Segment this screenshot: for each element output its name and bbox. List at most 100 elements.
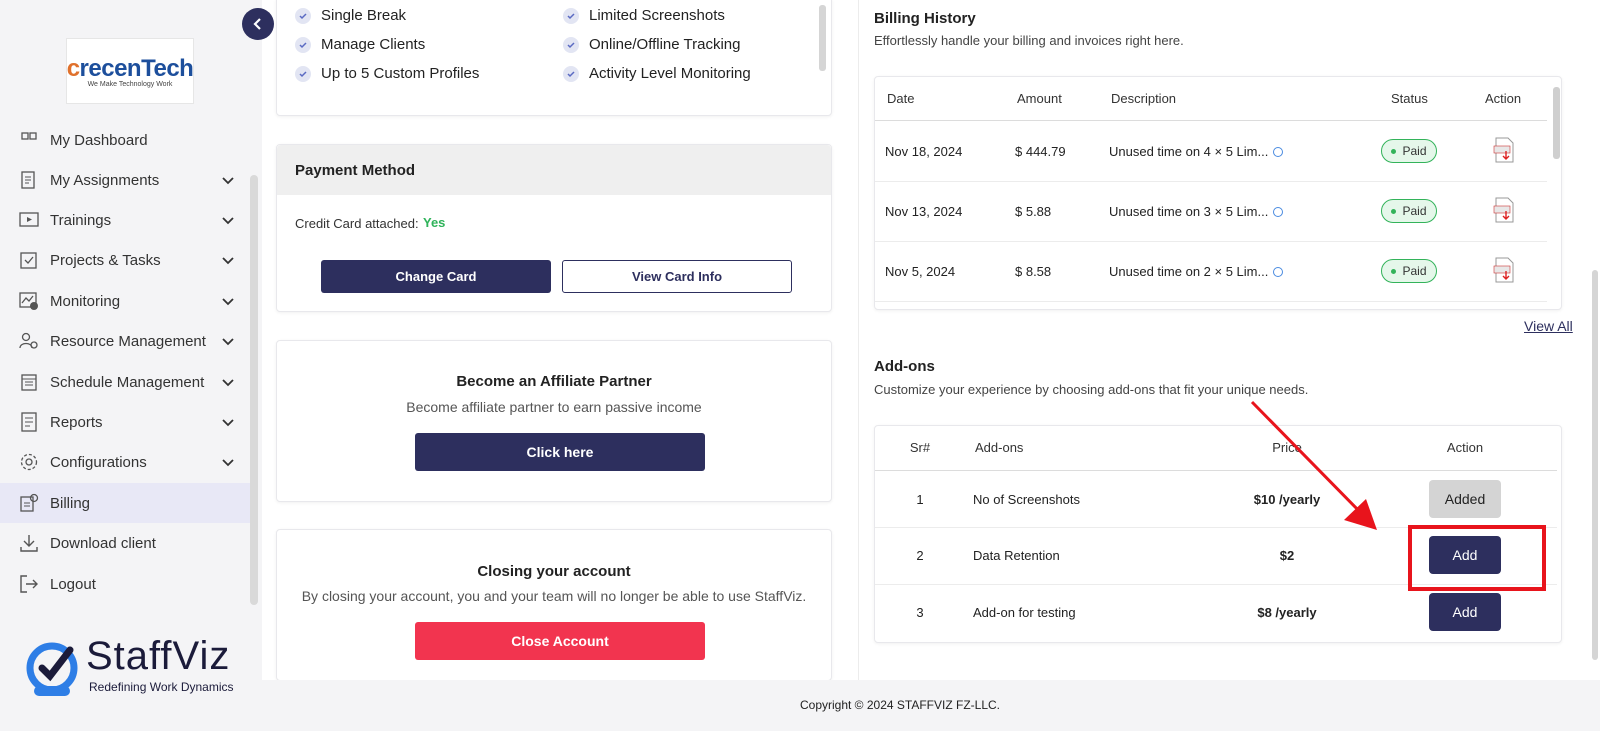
- chevron-down-icon: [220, 414, 236, 430]
- chevron-down-icon: [220, 252, 236, 268]
- addon-name: No of Screenshots: [973, 492, 1080, 507]
- check-icon: [295, 65, 311, 82]
- billing-table-scrollbar[interactable]: [1553, 87, 1560, 159]
- sidebar-item-monitoring[interactable]: Monitoring: [0, 281, 250, 321]
- projects-icon: [18, 249, 40, 271]
- status-badge: Paid: [1381, 139, 1437, 163]
- row-divider: [875, 241, 1547, 242]
- trainings-icon: [18, 209, 40, 231]
- check-icon: [295, 7, 311, 24]
- chevron-down-icon: [220, 454, 236, 470]
- chevron-down-icon: [220, 374, 236, 390]
- logout-icon: [18, 573, 40, 595]
- billing-amount: $ 444.79: [1015, 144, 1066, 159]
- billing-icon: [18, 492, 40, 514]
- info-icon[interactable]: [1273, 146, 1284, 157]
- card-attached-label: Credit Card attached:: [295, 216, 419, 231]
- addons-table: Sr# Add-ons Price Action 1 No of Screens…: [874, 425, 1562, 643]
- sidebar-scrollbar[interactable]: [250, 175, 258, 605]
- view-card-info-button[interactable]: View Card Info: [562, 260, 792, 293]
- main-content: Single Break Manage Clients Up to 5 Cust…: [262, 0, 1600, 731]
- sidebar-item-my-dashboard[interactable]: My Dashboard: [0, 131, 250, 160]
- feature-item: Activity Level Monitoring: [563, 65, 751, 82]
- addon-price: $8 /yearly: [1257, 605, 1317, 620]
- addon-add-button[interactable]: Add: [1429, 536, 1501, 574]
- sidebar-nav: My Dashboard My Assignments Trainings Pr…: [0, 131, 250, 611]
- feature-item: Online/Offline Tracking: [563, 36, 740, 53]
- pdf-download-icon[interactable]: [1493, 197, 1515, 223]
- billing-amount: $ 8.58: [1015, 264, 1052, 279]
- status-badge: Paid: [1381, 259, 1437, 283]
- sidebar-item-billing[interactable]: Billing: [0, 483, 250, 523]
- check-icon: [563, 7, 579, 24]
- feature-item: Limited Screenshots: [563, 7, 725, 24]
- closing-subtitle: By closing your account, you and your te…: [301, 588, 807, 604]
- download-icon: [18, 532, 40, 554]
- addon-name: Data Retention: [973, 548, 1060, 563]
- sidebar: crecenTech We Make Technology Work My Da…: [0, 0, 262, 731]
- dashboard-icon: [18, 131, 40, 151]
- addons-subtitle: Customize your experience by choosing ad…: [874, 382, 1309, 397]
- chevron-down-icon: [220, 333, 236, 349]
- staffviz-logo: StaffViz Redefining Work Dynamics: [24, 634, 254, 710]
- addons-title: Add-ons: [874, 358, 935, 375]
- addon-added-button[interactable]: Added: [1429, 480, 1501, 518]
- pdf-download-icon[interactable]: [1493, 257, 1515, 283]
- feature-item: Single Break: [295, 7, 406, 24]
- affiliate-click-here-button[interactable]: Click here: [415, 433, 705, 471]
- column-divider: [858, 0, 859, 680]
- sidebar-item-trainings[interactable]: Trainings: [0, 200, 250, 240]
- info-icon[interactable]: [1273, 266, 1284, 277]
- view-all-link[interactable]: View All: [1524, 318, 1573, 334]
- configurations-icon: [18, 451, 40, 473]
- assignments-icon: [18, 169, 40, 191]
- addon-sr: 2: [916, 548, 924, 563]
- billing-date: Nov 13, 2024: [885, 204, 963, 219]
- page-scrollbar[interactable]: [1592, 270, 1598, 660]
- resource-icon: [18, 330, 40, 352]
- feature-item: Up to 5 Custom Profiles: [295, 65, 479, 82]
- billing-date: Nov 5, 2024: [885, 264, 956, 279]
- pdf-download-icon[interactable]: [1493, 137, 1515, 163]
- sidebar-item-download-client[interactable]: Download client: [0, 523, 250, 563]
- sidebar-item-projects-tasks[interactable]: Projects & Tasks: [0, 240, 250, 280]
- sidebar-item-schedule-management[interactable]: Schedule Management: [0, 362, 250, 402]
- collapse-sidebar-button[interactable]: [242, 8, 274, 40]
- sidebar-item-reports[interactable]: Reports: [0, 402, 250, 442]
- sidebar-item-logout[interactable]: Logout: [0, 564, 250, 604]
- sidebar-item-configurations[interactable]: Configurations: [0, 442, 250, 482]
- chevron-left-icon: [253, 18, 261, 30]
- status-badge: Paid: [1381, 199, 1437, 223]
- addon-add-button[interactable]: Add: [1429, 593, 1501, 631]
- check-icon: [295, 36, 311, 53]
- billing-amount: $ 5.88: [1015, 204, 1052, 219]
- plan-features-card: Single Break Manage Clients Up to 5 Cust…: [276, 0, 832, 116]
- sidebar-item-resource-management[interactable]: Resource Management: [0, 321, 250, 361]
- chevron-down-icon: [220, 172, 236, 188]
- sidebar-item-my-assignments[interactable]: My Assignments: [0, 160, 250, 200]
- info-icon[interactable]: [1273, 206, 1284, 217]
- addon-name: Add-on for testing: [973, 605, 1076, 620]
- addon-sr: 3: [916, 605, 924, 620]
- column-header: Sr#: [909, 440, 931, 455]
- close-account-button[interactable]: Close Account: [415, 622, 705, 660]
- row-divider: [875, 301, 1547, 302]
- row-divider: [875, 584, 1557, 585]
- header-divider: [875, 120, 1547, 121]
- closing-account-card: Closing your account By closing your acc…: [276, 529, 832, 681]
- monitoring-icon: [18, 290, 40, 312]
- payment-method-title: Payment Method: [295, 162, 416, 179]
- row-divider: [875, 527, 1557, 528]
- row-divider: [875, 181, 1547, 182]
- features-scrollbar[interactable]: [819, 5, 826, 71]
- card-attached-value: Yes: [423, 215, 446, 230]
- column-header: Action: [1485, 91, 1522, 106]
- addon-price: $2: [1279, 548, 1295, 563]
- column-header: Date: [887, 91, 915, 106]
- feature-item: Manage Clients: [295, 36, 425, 53]
- staffviz-logo-icon: [26, 642, 78, 696]
- addon-price: $10 /yearly: [1253, 492, 1321, 507]
- affiliate-subtitle: Become affiliate partner to earn passive…: [406, 399, 702, 415]
- addon-sr: 1: [916, 492, 924, 507]
- change-card-button[interactable]: Change Card: [321, 260, 551, 293]
